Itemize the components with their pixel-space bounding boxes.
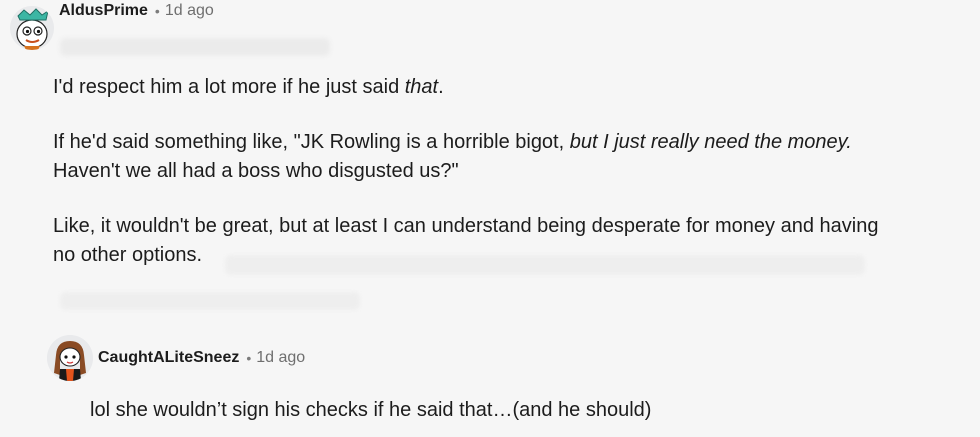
separator-dot: •: [246, 350, 252, 366]
paragraph-text: no other options.: [53, 244, 202, 266]
comment-paragraph-2: If he'd said something like, "JK Rowling…: [53, 128, 963, 186]
comment-paragraph-1: I'd respect him a lot more if he just sa…: [53, 73, 963, 102]
paragraph-text: .: [438, 76, 444, 98]
paragraph-emphasis: that: [404, 76, 439, 98]
paragraph-text: Haven't we all had a boss who disgusted …: [53, 160, 459, 182]
snoo-avatar-icon: [10, 6, 54, 50]
comment-timestamp[interactable]: 1d ago: [165, 2, 214, 20]
comment-body: lol she wouldn’t sign his checks if he s…: [90, 399, 652, 421]
paragraph-emphasis: but I just really need the money.: [569, 131, 852, 153]
comment-header: AldusPrime • 1d ago: [10, 2, 214, 50]
comment-timestamp[interactable]: 1d ago: [256, 349, 305, 367]
user-avatar[interactable]: [47, 335, 93, 381]
ghost-text-low: [60, 292, 360, 310]
paragraph-text: I'd respect him a lot more if he just sa…: [53, 76, 405, 98]
comment-username[interactable]: CaughtALiteSneez: [98, 349, 239, 367]
comment-body: I'd respect him a lot more if he just sa…: [53, 73, 963, 270]
paragraph-text: If he'd said something like, "JK Rowling…: [53, 131, 570, 153]
comment-paragraph-3: Like, it wouldn't be great, but at least…: [53, 212, 963, 270]
user-avatar[interactable]: [10, 6, 54, 50]
separator-dot: •: [154, 3, 160, 19]
paragraph-text: Like, it wouldn't be great, but at least…: [53, 215, 879, 237]
comment-header: CaughtALiteSneez • 1d ago: [47, 335, 305, 381]
snoo-avatar-icon: [47, 335, 93, 381]
comment-username[interactable]: AldusPrime: [59, 2, 148, 20]
